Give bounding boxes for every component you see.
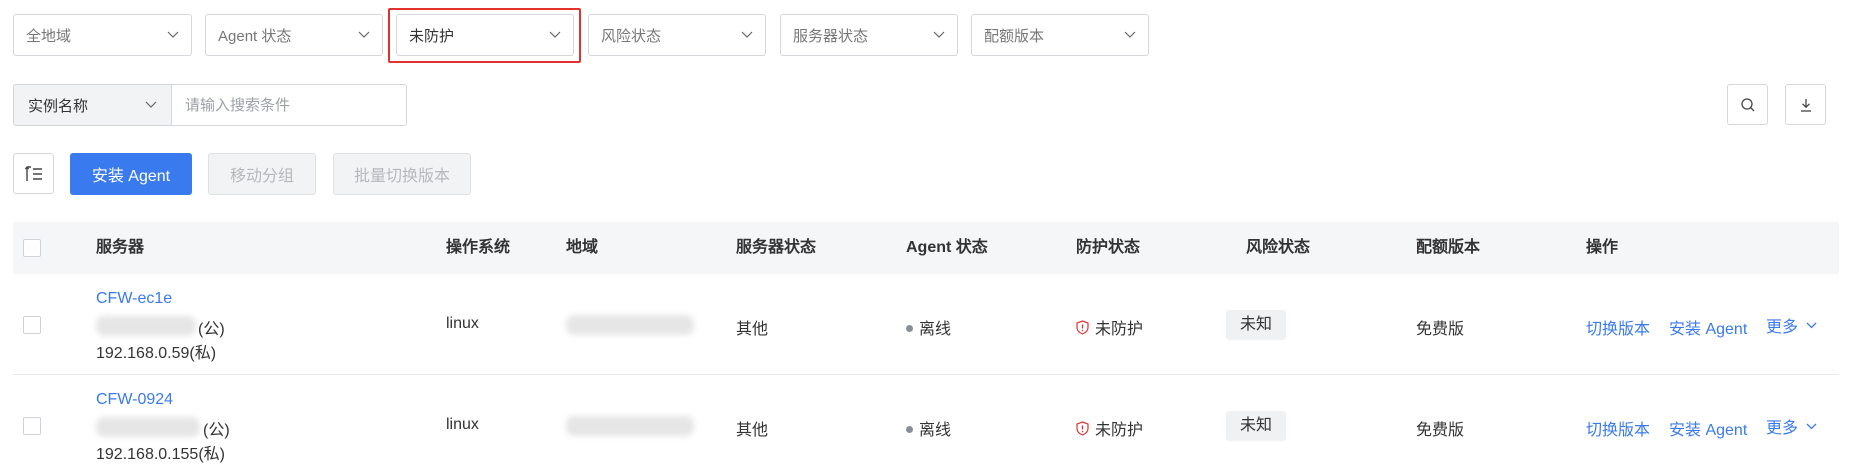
- install-agent-link[interactable]: 安装 Agent: [1669, 416, 1747, 440]
- chevron-down-icon: [358, 31, 370, 38]
- column-header-server: 服务器: [96, 239, 145, 256]
- list-tree-icon: [24, 165, 42, 181]
- risk-status-filter[interactable]: 风险状态: [588, 14, 766, 56]
- switch-version-link[interactable]: 切换版本: [1586, 416, 1650, 440]
- search-field-select[interactable]: 实例名称: [13, 84, 171, 126]
- column-header-actions: 操作: [1586, 239, 1619, 256]
- agent-status-filter-value: Agent 状态: [218, 27, 292, 45]
- row-checkbox[interactable]: [23, 417, 41, 435]
- quota-value: 免费版: [1416, 422, 1465, 439]
- install-agent-link[interactable]: 安装 Agent: [1669, 315, 1747, 339]
- risk-status-badge: 未知: [1226, 310, 1287, 340]
- os-value: linux: [446, 315, 479, 332]
- row-checkbox[interactable]: [23, 316, 41, 334]
- more-actions-label: 更多: [1766, 420, 1799, 437]
- column-header-quota: 配额版本: [1416, 239, 1481, 256]
- private-ip: 192.168.0.59(私): [96, 345, 217, 362]
- search-button[interactable]: [1727, 84, 1768, 125]
- table-row: CFW-ec1e (公) 192.168.0.59(私) linux 其他 离线…: [13, 274, 1839, 375]
- agent-status-text: 离线: [919, 321, 952, 338]
- move-group-button[interactable]: 移动分组: [208, 153, 316, 195]
- column-header-protect-status: 防护状态: [1076, 239, 1141, 256]
- risk-status-badge: 未知: [1226, 411, 1287, 441]
- server-name-link[interactable]: CFW-ec1e: [96, 290, 172, 308]
- region-redacted: [566, 315, 694, 335]
- region-filter-value: 全地域: [26, 27, 72, 45]
- column-header-agent-status: Agent 状态: [906, 239, 988, 256]
- select-all-checkbox[interactable]: [23, 239, 41, 257]
- search-field-value: 实例名称: [28, 97, 89, 115]
- status-dot: [906, 426, 913, 434]
- download-icon: [1800, 98, 1811, 112]
- table-header: 服务器 操作系统 地域 服务器状态 Agent 状态 防护状态 风险状态 配额版…: [13, 222, 1839, 274]
- shield-warning-icon: [1076, 320, 1089, 335]
- chevron-down-icon: [145, 101, 157, 108]
- tree-toggle-button[interactable]: [13, 153, 54, 194]
- server-status-filter-value: 服务器状态: [793, 27, 869, 45]
- switch-version-link[interactable]: 切换版本: [1586, 315, 1650, 339]
- region-redacted: [566, 416, 694, 436]
- chevron-down-icon: [1807, 423, 1817, 430]
- chevron-down-icon: [1807, 322, 1817, 329]
- shield-warning-icon: [1076, 421, 1089, 436]
- chevron-down-icon: [933, 31, 945, 38]
- install-agent-button[interactable]: 安装 Agent: [70, 153, 192, 195]
- protect-status-value: 未防护: [1076, 416, 1143, 440]
- server-name-link[interactable]: CFW-0924: [96, 391, 173, 409]
- agent-status-value: 离线: [906, 416, 951, 440]
- column-header-os: 操作系统: [446, 239, 511, 256]
- protect-status-value: 未防护: [1076, 315, 1143, 339]
- agent-status-filter[interactable]: Agent 状态: [205, 14, 383, 56]
- private-ip: 192.168.0.155(私): [96, 446, 225, 463]
- risk-status-filter-value: 风险状态: [601, 27, 662, 45]
- quota-filter-value: 配额版本: [984, 27, 1045, 45]
- region-filter[interactable]: 全地域: [13, 14, 192, 56]
- os-value: linux: [446, 416, 479, 433]
- column-header-region: 地域: [566, 239, 599, 256]
- quota-value: 免费版: [1416, 321, 1465, 338]
- search-bar: 实例名称: [13, 84, 407, 126]
- public-ip-redacted: [96, 316, 196, 336]
- agent-status-value: 离线: [906, 315, 951, 339]
- download-button[interactable]: [1785, 84, 1826, 125]
- table-row: CFW-0924 (公) 192.168.0.155(私) linux 其他 离…: [13, 375, 1839, 472]
- more-actions-link[interactable]: 更多: [1766, 313, 1817, 337]
- column-header-risk-status: 风险状态: [1246, 239, 1311, 256]
- chevron-down-icon: [741, 31, 753, 38]
- protect-status-text: 未防护: [1095, 422, 1144, 439]
- protect-status-text: 未防护: [1095, 321, 1144, 338]
- chevron-down-icon: [167, 31, 179, 38]
- more-actions-label: 更多: [1766, 319, 1799, 336]
- more-actions-link[interactable]: 更多: [1766, 414, 1817, 438]
- server-status-filter[interactable]: 服务器状态: [780, 14, 958, 56]
- status-dot: [906, 325, 913, 333]
- public-ip-suffix: (公): [198, 321, 225, 338]
- highlight-box: [388, 8, 581, 63]
- public-ip-redacted: [96, 417, 200, 437]
- agent-status-text: 离线: [919, 422, 952, 439]
- server-status-value: 其他: [736, 321, 769, 338]
- public-ip-suffix: (公): [203, 422, 230, 439]
- server-status-value: 其他: [736, 422, 769, 439]
- batch-switch-version-button[interactable]: 批量切换版本: [333, 153, 471, 195]
- column-header-server-status: 服务器状态: [736, 239, 817, 256]
- quota-filter[interactable]: 配额版本: [971, 14, 1149, 56]
- chevron-down-icon: [1124, 31, 1136, 38]
- search-icon: [1740, 97, 1754, 111]
- search-input[interactable]: [171, 84, 407, 126]
